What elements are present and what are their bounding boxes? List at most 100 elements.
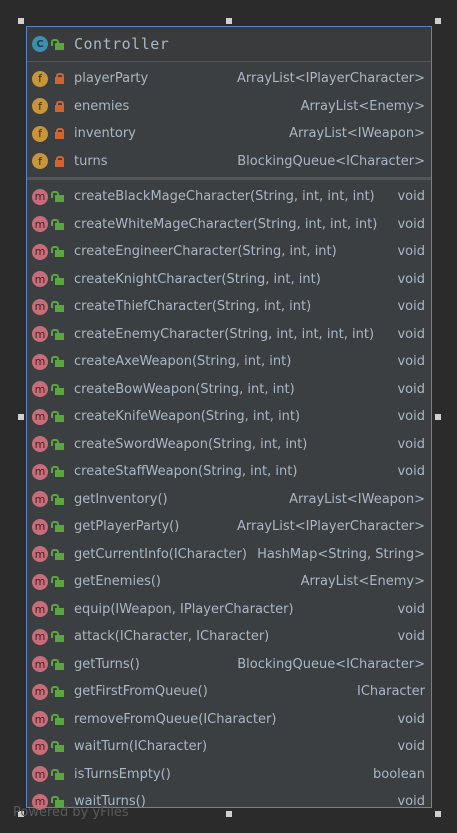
method-icon: m — [32, 188, 48, 205]
private-lock-icon — [55, 155, 64, 167]
method-icon: m — [32, 546, 48, 563]
public-lock-icon — [51, 521, 64, 533]
method-row[interactable]: m removeFromQueue(ICharacter) void — [27, 706, 431, 734]
member-type: void — [397, 436, 425, 452]
public-lock-icon — [51, 603, 64, 615]
public-lock-icon — [51, 411, 64, 423]
member-type: void — [397, 739, 425, 755]
method-icon: m — [32, 766, 48, 783]
member-type: void — [397, 244, 425, 260]
resize-handle-mr[interactable] — [435, 414, 441, 420]
method-icon: m — [32, 656, 48, 673]
member-name: equip(IWeapon, IPlayerCharacter) — [74, 601, 294, 617]
method-icon: m — [32, 326, 48, 343]
member-type: void — [397, 629, 425, 645]
public-lock-icon — [51, 438, 64, 450]
field-icon: f — [32, 153, 48, 170]
public-lock-icon — [51, 328, 64, 340]
public-lock-icon — [51, 218, 64, 230]
member-type: void — [397, 354, 425, 370]
member-type: void — [397, 711, 425, 727]
public-lock-icon — [51, 713, 64, 725]
member-type: void — [397, 216, 425, 232]
resize-handle-ml[interactable] — [18, 414, 24, 420]
resize-handle-br[interactable] — [435, 811, 441, 817]
method-icon: m — [32, 298, 48, 315]
member-type: void — [397, 409, 425, 425]
method-row[interactable]: m getInventory() ArrayList<IWeapon> — [27, 486, 431, 514]
method-row[interactable]: m createAxeWeapon(String, int, int) void — [27, 348, 431, 376]
member-type: void — [397, 271, 425, 287]
method-row[interactable]: m getCurrentInfo(ICharacter) HashMap<Str… — [27, 541, 431, 569]
field-icon: f — [32, 70, 48, 87]
method-row[interactable]: m createEngineerCharacter(String, int, i… — [27, 238, 431, 266]
field-row[interactable]: f playerParty ArrayList<IPlayerCharacter… — [27, 65, 431, 93]
member-type: void — [397, 189, 425, 205]
member-name: inventory — [74, 126, 136, 142]
method-row[interactable]: m createBlackMageCharacter(String, int, … — [27, 183, 431, 211]
resize-handle-tr[interactable] — [435, 18, 441, 24]
field-row[interactable]: f enemies ArrayList<Enemy> — [27, 93, 431, 121]
public-lock-icon — [51, 191, 64, 203]
member-name: getCurrentInfo(ICharacter) — [74, 546, 247, 562]
method-row[interactable]: m getEnemies() ArrayList<Enemy> — [27, 568, 431, 596]
resize-handle-tl[interactable] — [18, 18, 24, 24]
public-lock-icon — [51, 493, 64, 505]
member-name: removeFromQueue(ICharacter) — [74, 711, 277, 727]
fields-section: f playerParty ArrayList<IPlayerCharacter… — [27, 62, 431, 180]
method-row[interactable]: m attack(ICharacter, ICharacter) void — [27, 623, 431, 651]
class-header: C Controller — [27, 27, 431, 62]
method-row[interactable]: m equip(IWeapon, IPlayerCharacter) void — [27, 596, 431, 624]
method-icon: m — [32, 518, 48, 535]
methods-section: m createBlackMageCharacter(String, int, … — [27, 180, 431, 816]
method-row[interactable]: m createKnightCharacter(String, int, int… — [27, 266, 431, 294]
public-lock-icon — [51, 658, 64, 670]
method-row[interactable]: m createKnifeWeapon(String, int, int) vo… — [27, 403, 431, 431]
class-name: Controller — [74, 35, 170, 53]
method-row[interactable]: m createEnemyCharacter(String, int, int,… — [27, 321, 431, 349]
member-type: ArrayList<IPlayerCharacter> — [237, 71, 425, 87]
member-name: createWhiteMageCharacter(String, int, in… — [74, 216, 378, 232]
method-icon: m — [32, 271, 48, 288]
private-lock-icon — [55, 128, 64, 140]
method-row[interactable]: m getTurns() BlockingQueue<ICharacter> — [27, 651, 431, 679]
method-icon: m — [32, 353, 48, 370]
method-row[interactable]: m createStaffWeapon(String, int, int) vo… — [27, 458, 431, 486]
member-name: waitTurn(ICharacter) — [74, 739, 208, 755]
method-row[interactable]: m createSwordWeapon(String, int, int) vo… — [27, 431, 431, 459]
method-icon: m — [32, 243, 48, 260]
class-icon: C — [32, 36, 48, 52]
member-type: ArrayList<IWeapon> — [289, 491, 425, 507]
member-type: ArrayList<Enemy> — [300, 574, 425, 590]
member-type: ArrayList<IWeapon> — [289, 126, 425, 142]
field-row[interactable]: f turns BlockingQueue<ICharacter> — [27, 148, 431, 176]
method-row[interactable]: m getFirstFromQueue() ICharacter — [27, 678, 431, 706]
private-lock-icon — [55, 73, 64, 85]
member-type: boolean — [373, 766, 425, 782]
member-type: ArrayList<Enemy> — [300, 98, 425, 114]
member-type: void — [397, 794, 425, 810]
method-row[interactable]: m isTurnsEmpty() boolean — [27, 761, 431, 789]
class-node[interactable]: C Controller f playerParty ArrayList<IPl… — [26, 26, 432, 810]
member-type: void — [397, 601, 425, 617]
method-icon: m — [32, 216, 48, 233]
method-row[interactable]: m createWhiteMageCharacter(String, int, … — [27, 211, 431, 239]
method-row[interactable]: m waitTurn(ICharacter) void — [27, 733, 431, 761]
method-row[interactable]: m createBowWeapon(String, int, int) void — [27, 376, 431, 404]
method-row[interactable]: m getPlayerParty() ArrayList<IPlayerChar… — [27, 513, 431, 541]
public-lock-icon — [51, 246, 64, 258]
member-name: getFirstFromQueue() — [74, 684, 208, 700]
resize-handle-tc[interactable] — [226, 18, 232, 24]
field-row[interactable]: f inventory ArrayList<IWeapon> — [27, 120, 431, 148]
member-name: getTurns() — [74, 656, 140, 672]
member-name: getInventory() — [74, 491, 168, 507]
public-lock-icon — [51, 768, 64, 780]
method-icon: m — [32, 573, 48, 590]
member-name: createThiefCharacter(String, int, int) — [74, 299, 312, 315]
method-row[interactable]: m createThiefCharacter(String, int, int)… — [27, 293, 431, 321]
method-icon: m — [32, 683, 48, 700]
method-icon: m — [32, 738, 48, 755]
method-icon: m — [32, 381, 48, 398]
member-name: getEnemies() — [74, 574, 161, 590]
member-name: createEngineerCharacter(String, int, int… — [74, 244, 337, 260]
